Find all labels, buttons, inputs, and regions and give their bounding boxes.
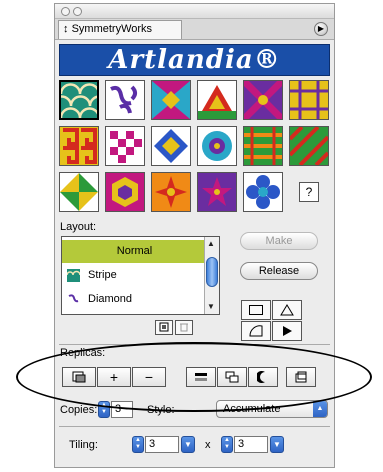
trash-icon — [180, 323, 188, 332]
stripe-icon — [67, 269, 80, 282]
layout-item-label: Stripe — [88, 269, 117, 281]
pattern-tile-scales[interactable] — [59, 80, 99, 120]
star-pattern-icon — [198, 173, 236, 211]
close-window-button[interactable] — [61, 7, 70, 16]
zoom-window-button[interactable] — [73, 7, 82, 16]
pattern-tile-lattice[interactable] — [289, 80, 329, 120]
pattern-tile-hexagon[interactable] — [105, 172, 145, 212]
pattern-tile-zigzag[interactable] — [151, 80, 191, 120]
copies-label: Copies: — [60, 404, 98, 416]
tiling-label: Tiling: — [69, 439, 98, 451]
rectangle-icon — [249, 305, 263, 315]
layout-item-diamond[interactable]: Diamond — [62, 288, 207, 311]
popup-arrows-icon: ▲ — [313, 401, 327, 417]
rectangle-tool-button[interactable] — [241, 300, 271, 320]
diamond-star-pattern-icon — [152, 127, 190, 165]
tiling-x-menu[interactable]: ▼ — [181, 436, 195, 453]
layout-item-label: Normal — [116, 245, 153, 257]
triangle-tool-button[interactable] — [272, 300, 302, 320]
title-bar[interactable] — [55, 4, 334, 19]
checker-pattern-icon — [106, 127, 144, 165]
stepper-down-icon: ▼ — [101, 409, 107, 415]
quarter-shape-button[interactable] — [241, 321, 271, 341]
pattern-tile-greek-key[interactable] — [59, 126, 99, 166]
make-button[interactable]: Make — [240, 232, 318, 250]
tab-arrows-icon: ↕ — [63, 23, 69, 35]
palette-menu-button[interactable]: ▶ — [314, 22, 328, 36]
layout-list[interactable]: Normal Stripe Diamond ▲ ▼ — [61, 236, 220, 315]
pinwheel-pattern-icon — [60, 173, 98, 211]
pattern-tile-diagonal[interactable] — [289, 126, 329, 166]
pattern-tile-pinwheel[interactable] — [59, 172, 99, 212]
triangle-icon — [280, 304, 294, 316]
pattern-tile-star[interactable] — [197, 172, 237, 212]
lattice-pattern-icon — [290, 81, 328, 119]
pattern-tile-diamond-star[interactable] — [151, 126, 191, 166]
pointer-shape-button[interactable] — [272, 321, 302, 341]
tiling-separator: x — [205, 439, 211, 451]
fan-pattern-icon — [198, 81, 236, 119]
stepper-up-icon: ▲ — [224, 437, 230, 443]
tiling-y-stepper[interactable]: ▲ ▼ — [221, 436, 233, 453]
scroll-up-icon[interactable]: ▲ — [207, 239, 215, 248]
quarter-shape-icon — [249, 325, 263, 337]
stepper-up-icon: ▲ — [135, 437, 141, 443]
zigzag-pattern-icon — [152, 81, 190, 119]
divider — [59, 426, 330, 427]
tab-symmetryworks[interactable]: ↕ SymmetryWorks — [58, 20, 182, 39]
layout-label: Layout: — [60, 221, 97, 233]
release-button[interactable]: Release — [240, 262, 318, 280]
tiling-y-menu[interactable]: ▼ — [270, 436, 284, 453]
cross-pattern-icon — [244, 81, 282, 119]
diamond-icon — [67, 293, 80, 306]
new-layout-button[interactable] — [155, 320, 173, 335]
layout-item-normal[interactable]: Normal — [62, 240, 207, 263]
tab-row: ↕ SymmetryWorks ▶ — [55, 19, 334, 40]
pattern-tile-medallion[interactable] — [197, 126, 237, 166]
pattern-tile-flower[interactable] — [243, 172, 283, 212]
pattern-tile-checker[interactable] — [105, 126, 145, 166]
stepper-down-icon: ▼ — [135, 444, 141, 450]
tiling-y-field[interactable]: 3 — [234, 436, 268, 453]
burst-pattern-icon — [152, 173, 190, 211]
pointer-shape-icon — [283, 326, 292, 336]
diagonal-pattern-icon — [290, 127, 328, 165]
pattern-tile-cross[interactable] — [243, 80, 283, 120]
pattern-tile-fan[interactable] — [197, 80, 237, 120]
stepper-down-icon: ▼ — [224, 444, 230, 450]
tab-label: SymmetryWorks — [71, 23, 153, 35]
scroll-thumb[interactable] — [206, 257, 218, 287]
pattern-tile-weave[interactable] — [243, 126, 283, 166]
replicas-highlight-ellipse — [16, 342, 372, 412]
swirl-pattern-icon — [106, 81, 144, 119]
flower-pattern-icon — [244, 173, 282, 211]
pattern-tile-burst[interactable] — [151, 172, 191, 212]
hexagon-pattern-icon — [106, 173, 144, 211]
greek-key-pattern-icon — [60, 127, 98, 165]
layout-scrollbar[interactable]: ▲ ▼ — [204, 237, 219, 314]
medallion-pattern-icon — [198, 127, 236, 165]
layout-item-label: Diamond — [88, 293, 133, 305]
help-button[interactable]: ? — [299, 182, 319, 202]
scales-pattern-icon — [61, 82, 97, 118]
tiling-x-stepper[interactable]: ▲ ▼ — [132, 436, 144, 453]
delete-layout-button[interactable] — [175, 320, 193, 335]
scroll-down-icon[interactable]: ▼ — [207, 302, 215, 311]
layout-item-stripe[interactable]: Stripe — [62, 264, 207, 287]
tiling-x-field[interactable]: 3 — [145, 436, 179, 453]
new-page-icon — [159, 322, 169, 332]
weave-pattern-icon — [244, 127, 282, 165]
pattern-tile-swirl[interactable] — [105, 80, 145, 120]
artlandia-logo-banner: Artlandia® — [59, 44, 330, 76]
